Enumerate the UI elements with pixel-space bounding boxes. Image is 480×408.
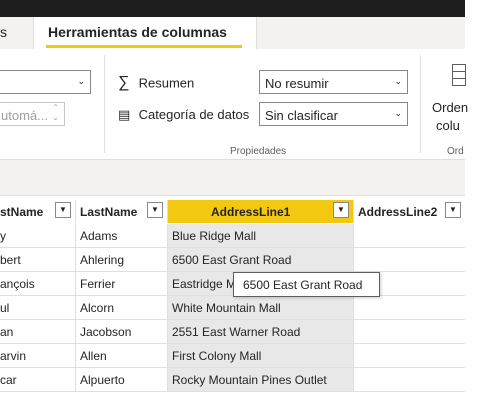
table-cell[interactable]: an [0,320,76,343]
chevron-down-icon: ⌄ [77,76,85,86]
group-divider [420,55,421,153]
sigma-icon: ∑ [118,74,130,91]
column-header-label: LastName [80,205,138,219]
formula-bar[interactable] [0,160,465,196]
order-button-label: Orden colu [432,99,468,135]
table-cell[interactable]: ançois [0,272,76,295]
table-cell[interactable]: Ferrier [76,272,168,295]
table-row[interactable]: an Jacobson 2551 East Warner Road [0,320,465,344]
category-dropdown[interactable]: Sin clasificar ⌄ [259,102,408,126]
table-row[interactable]: car Alpuerto Rocky Mountain Pines Outlet [0,368,465,392]
table-row[interactable]: arvin Allen First Colony Mall [0,344,465,368]
column-header-label: AddressLine1 [211,205,291,219]
summary-dropdown[interactable]: No resumir ⌄ [259,70,408,94]
summary-row: ∑ Resumen [118,74,194,92]
table-cell[interactable]: 6500 East Grant Road [168,248,354,271]
properties-group-label: Propiedades [230,146,287,157]
table-cell[interactable]: y [0,224,76,247]
table-cell[interactable] [354,248,465,271]
table-row[interactable]: ul Alcorn White Mountain Mall [0,296,465,320]
stepper-icon: ⌃ ⌄ [52,103,59,122]
data-type-input[interactable]: utomá... ⌃ ⌄ [0,102,65,126]
tab-previous[interactable]: s [0,24,7,40]
table-cell[interactable]: First Colony Mall [168,344,354,367]
active-tab-indicator [46,45,242,48]
filter-dropdown-icon[interactable]: ▼ [333,202,349,218]
filter-dropdown-icon[interactable]: ▼ [445,202,461,218]
category-row: ▤ Categoría de datos [118,106,249,123]
order-label-line1: Orden [432,100,469,115]
table-cell[interactable]: Alpuerto [76,368,168,391]
table-cell[interactable]: arvin [0,344,76,367]
category-value: Sin clasificar [265,108,338,123]
table-cell[interactable] [354,320,465,343]
table-cell[interactable] [354,368,465,391]
table-cell[interactable]: Rocky Mountain Pines Outlet [168,368,354,391]
table-cell[interactable]: Alcorn [76,296,168,319]
sort-column-icon [452,64,466,86]
order-group-label: Ord [447,146,464,157]
data-category-icon: ▤ [118,106,131,122]
table-cell[interactable]: White Mountain Mall [168,296,354,319]
order-label-line2: colu [436,118,460,133]
title-bar [0,0,465,17]
table-cell[interactable]: Adams [76,224,168,247]
category-label: Categoría de datos [138,107,250,123]
column-header-label: AddressLine2 [358,205,438,219]
table-cell[interactable]: ul [0,296,76,319]
column-header-lastname[interactable]: LastName ▼ [76,200,168,223]
filter-dropdown-icon[interactable]: ▼ [147,202,163,218]
table-cell[interactable] [354,224,465,247]
summary-value: No resumir [265,76,329,91]
chevron-down-icon: ⌄ [394,108,402,118]
data-type-value: utomá... [1,108,48,123]
table-cell[interactable] [354,296,465,319]
table-row[interactable]: y Adams Blue Ridge Mall [0,224,465,248]
group-divider [104,55,105,153]
format-dropdown[interactable]: ⌄ [0,70,91,94]
summary-label: Resumen [138,75,195,91]
table-cell[interactable]: Blue Ridge Mall [168,224,354,247]
table-row[interactable]: bert Ahlering 6500 East Grant Road [0,248,465,272]
ribbon: ⌄ utomá... ⌃ ⌄ ∑ Resumen No resumir ⌄ ▤ C… [0,49,468,160]
table-cell[interactable]: Jacobson [76,320,168,343]
column-header-firstname[interactable]: stName ▼ [0,200,76,223]
cell-tooltip: 6500 East Grant Road [233,272,380,297]
chevron-down-icon: ⌄ [394,76,402,86]
ribbon-tab-row: s Herramientas de columnas [0,17,465,49]
table-cell[interactable]: Ahlering [76,248,168,271]
tab-column-tools-label: Herramientas de columnas [48,24,227,40]
column-header-addressline1[interactable]: AddressLine1 ▼ [168,200,354,223]
table-cell[interactable]: bert [0,248,76,271]
data-grid: stName ▼ LastName ▼ AddressLine1 ▼ Addre… [0,196,465,408]
table-cell[interactable] [354,344,465,367]
tab-column-tools[interactable]: Herramientas de columnas [33,17,257,49]
table-cell[interactable]: car [0,368,76,391]
column-header-addressline2[interactable]: AddressLine2 ▼ [354,200,465,223]
table-cell[interactable]: Allen [76,344,168,367]
table-cell[interactable]: 2551 East Warner Road [168,320,354,343]
window-edge [465,0,480,408]
filter-dropdown-icon[interactable]: ▼ [55,202,71,218]
column-header-label: stName [0,205,44,219]
